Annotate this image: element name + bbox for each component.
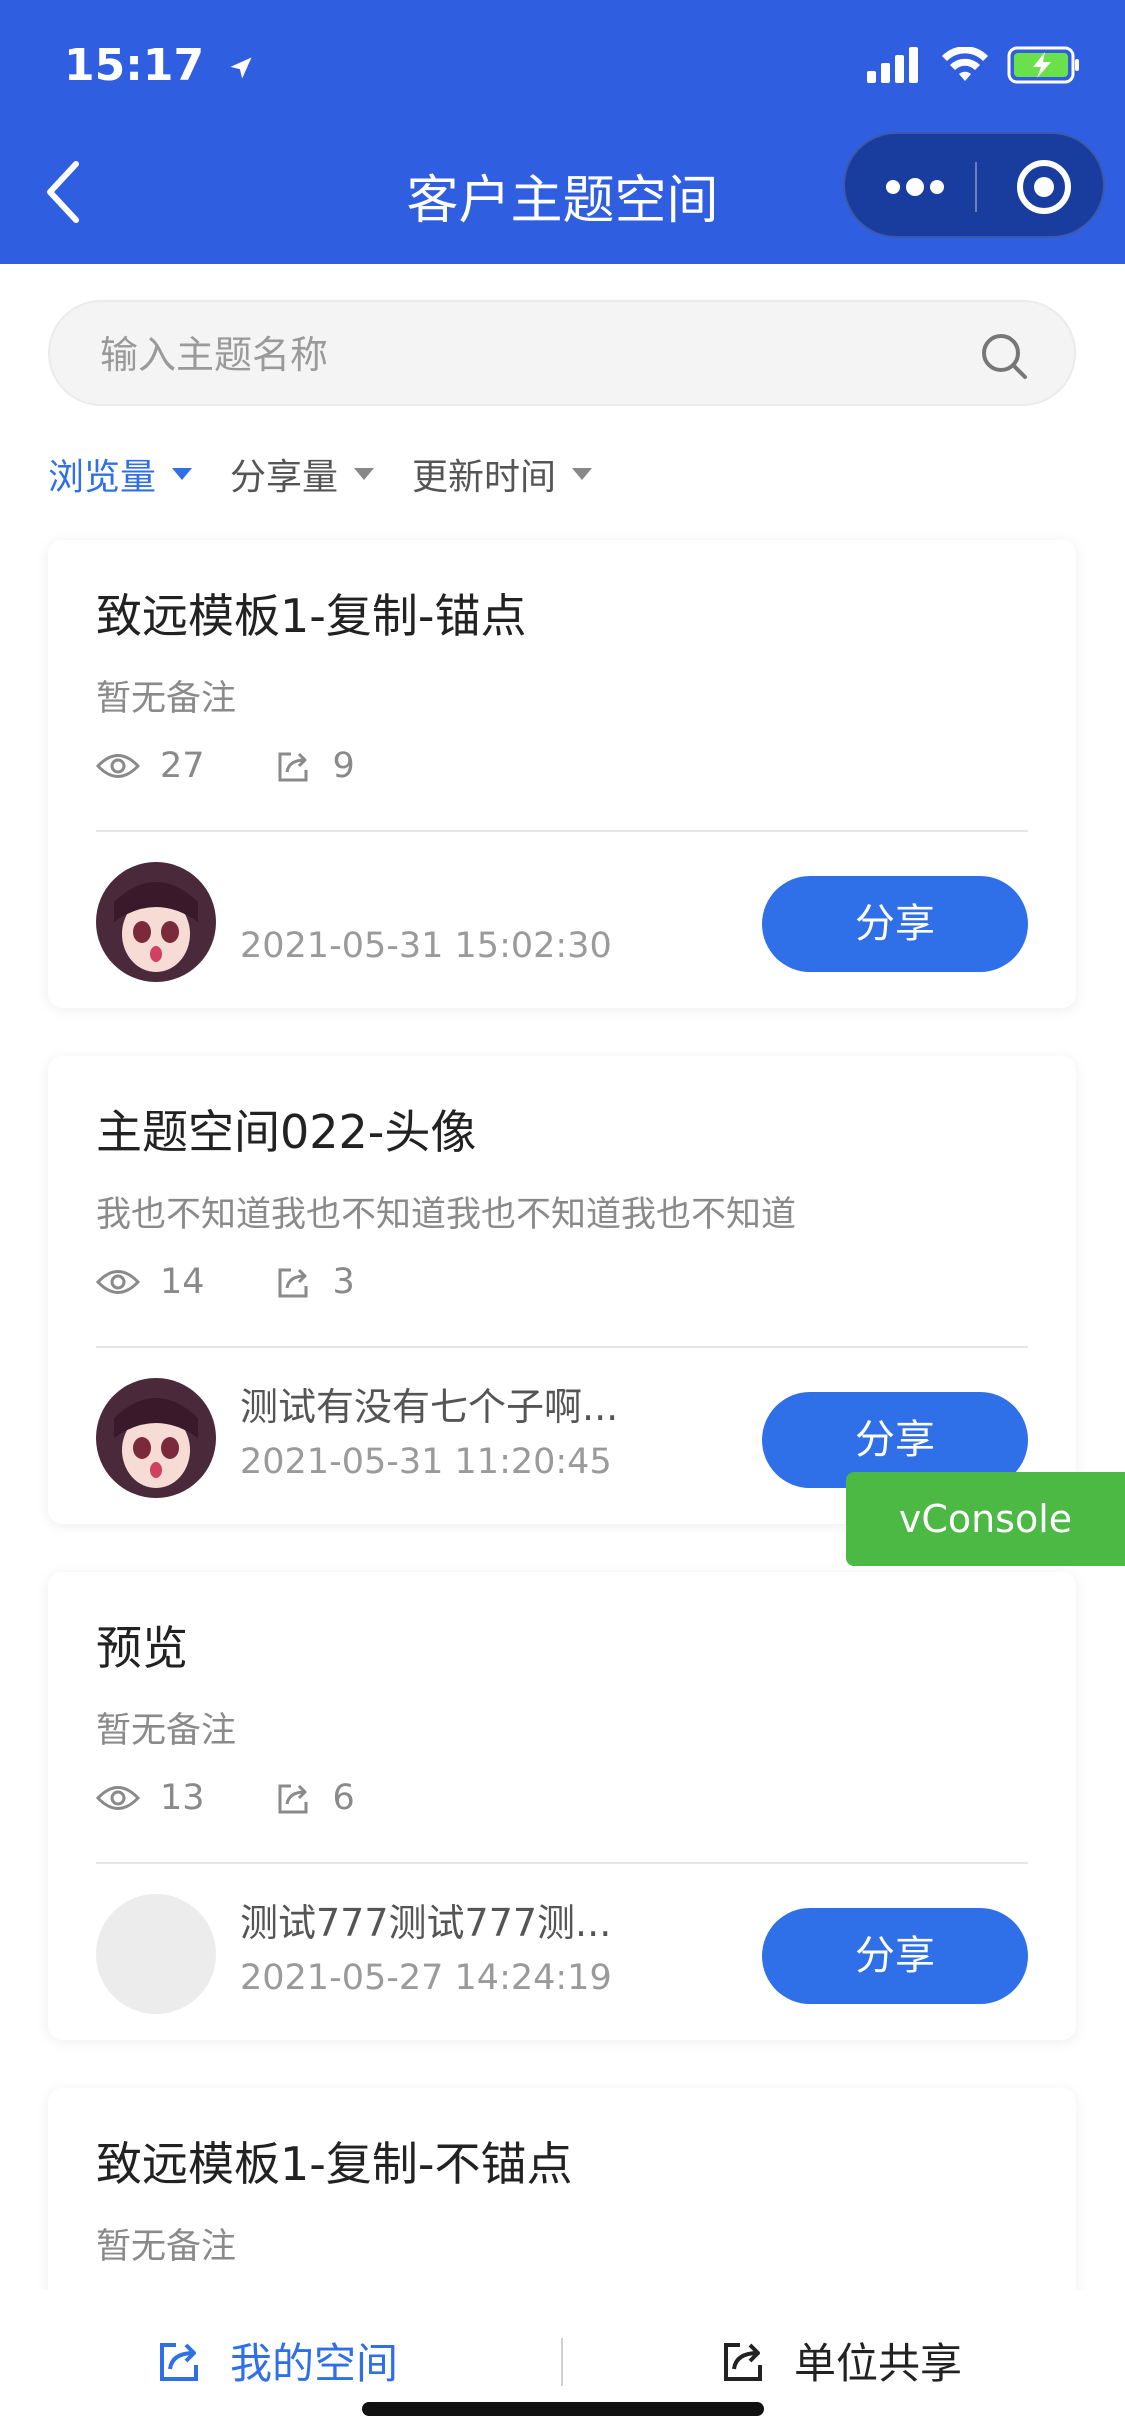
views-stat: 27 <box>96 746 205 786</box>
shares-stat: 6 <box>275 1778 355 1818</box>
status-bar-time: 15:17 <box>64 40 255 91</box>
more-icon[interactable] <box>885 172 945 202</box>
avatar <box>96 1378 216 1498</box>
share-button[interactable]: 分享 <box>762 876 1028 972</box>
bottom-tab-bar: 我的空间 单位共享 <box>0 2290 1125 2436</box>
shares-count: 3 <box>332 1262 355 1302</box>
sort-label: 分享量 <box>230 457 339 498</box>
share-out-icon <box>724 2342 762 2381</box>
vconsole-button[interactable]: vConsole <box>846 1472 1125 1566</box>
tab-label: 我的空间 <box>230 2339 399 2388</box>
status-icons <box>867 46 1081 84</box>
update-time: 2021-05-31 15:02:30 <box>240 926 612 966</box>
views-count: 27 <box>160 746 205 786</box>
sort-label: 更新时间 <box>412 457 557 498</box>
owner-name: 测试777测试777测... <box>240 1901 612 1945</box>
sort-shares[interactable]: 分享量 <box>230 448 375 500</box>
search-icon[interactable] <box>980 332 1028 380</box>
share-out-icon <box>278 752 308 782</box>
tab-label: 单位共享 <box>794 2339 963 2388</box>
card-title: 致远模板1-复制-锚点 <box>96 589 527 643</box>
theme-card[interactable]: 主题空间022-头像 我也不知道我也不知道我也不知道我也不知道 14 3 测试有… <box>48 1056 1076 1524</box>
share-out-icon <box>160 2342 198 2381</box>
nav-bar: 15:17 客户主题空间 <box>0 0 1125 264</box>
home-indicator <box>362 2402 764 2416</box>
shares-count: 6 <box>332 1778 355 1818</box>
card-divider <box>96 830 1028 832</box>
theme-card[interactable]: 预览 暂无备注 13 6 测试777测试777测... 2021-05-27 1… <box>48 1572 1076 2040</box>
theme-card[interactable]: 致远模板1-复制-锚点 暂无备注 27 9 2021-05-31 15:02:3… <box>48 540 1076 1008</box>
card-title: 预览 <box>96 1621 188 1675</box>
shares-count: 9 <box>332 746 355 786</box>
search-bar <box>48 300 1076 406</box>
eye-icon <box>96 1786 140 1810</box>
miniprogram-capsule <box>843 132 1105 238</box>
card-stats: 13 6 <box>96 1778 425 1818</box>
location-arrow-icon <box>230 57 252 79</box>
owner-name: 测试有没有七个子啊... <box>240 1385 619 1429</box>
sort-label: 浏览量 <box>48 457 157 498</box>
battery-charging-icon <box>1007 46 1079 84</box>
caret-down-icon <box>572 468 593 480</box>
card-stats: 27 9 <box>96 746 425 786</box>
share-button[interactable]: 分享 <box>762 1908 1028 2004</box>
update-time: 2021-05-31 11:20:45 <box>240 1442 612 1482</box>
card-divider <box>96 1862 1028 1864</box>
views-count: 13 <box>160 1778 205 1818</box>
caret-down-icon <box>172 468 193 480</box>
capsule-divider <box>975 162 977 212</box>
card-note: 暂无备注 <box>96 2227 237 2267</box>
sort-updated[interactable]: 更新时间 <box>412 448 593 500</box>
share-out-icon <box>278 1268 308 1298</box>
update-time: 2021-05-27 14:24:19 <box>240 1958 612 1998</box>
eye-icon <box>96 754 140 778</box>
views-stat: 14 <box>96 1262 205 1302</box>
card-note: 我也不知道我也不知道我也不知道我也不知道 <box>96 1195 797 1235</box>
card-note: 暂无备注 <box>96 679 237 719</box>
sort-bar: 浏览量 分享量 更新时间 <box>48 448 593 500</box>
caret-down-icon <box>354 468 375 480</box>
time-label: 15:17 <box>64 40 205 91</box>
card-title: 主题空间022-头像 <box>96 1105 477 1159</box>
views-count: 14 <box>160 1262 205 1302</box>
avatar-placeholder <box>96 1894 216 2014</box>
card-stats: 14 3 <box>96 1262 425 1302</box>
signal-icon <box>867 47 918 83</box>
tab-divider <box>561 2338 563 2386</box>
sort-views[interactable]: 浏览量 <box>48 448 193 500</box>
wifi-icon <box>942 47 988 81</box>
tab-my-space[interactable]: 我的空间 <box>156 2330 398 2391</box>
avatar <box>96 862 216 982</box>
card-title: 致远模板1-复制-不锚点 <box>96 2137 573 2191</box>
search-input[interactable] <box>98 326 962 384</box>
shares-stat: 3 <box>275 1262 355 1302</box>
eye-icon <box>96 1270 140 1294</box>
card-divider <box>96 1346 1028 1348</box>
share-out-icon <box>278 1784 308 1814</box>
close-target-icon[interactable] <box>1015 158 1073 216</box>
shares-stat: 9 <box>275 746 355 786</box>
views-stat: 13 <box>96 1778 205 1818</box>
card-note: 暂无备注 <box>96 1711 237 1751</box>
tab-org-shared[interactable]: 单位共享 <box>720 2330 962 2391</box>
